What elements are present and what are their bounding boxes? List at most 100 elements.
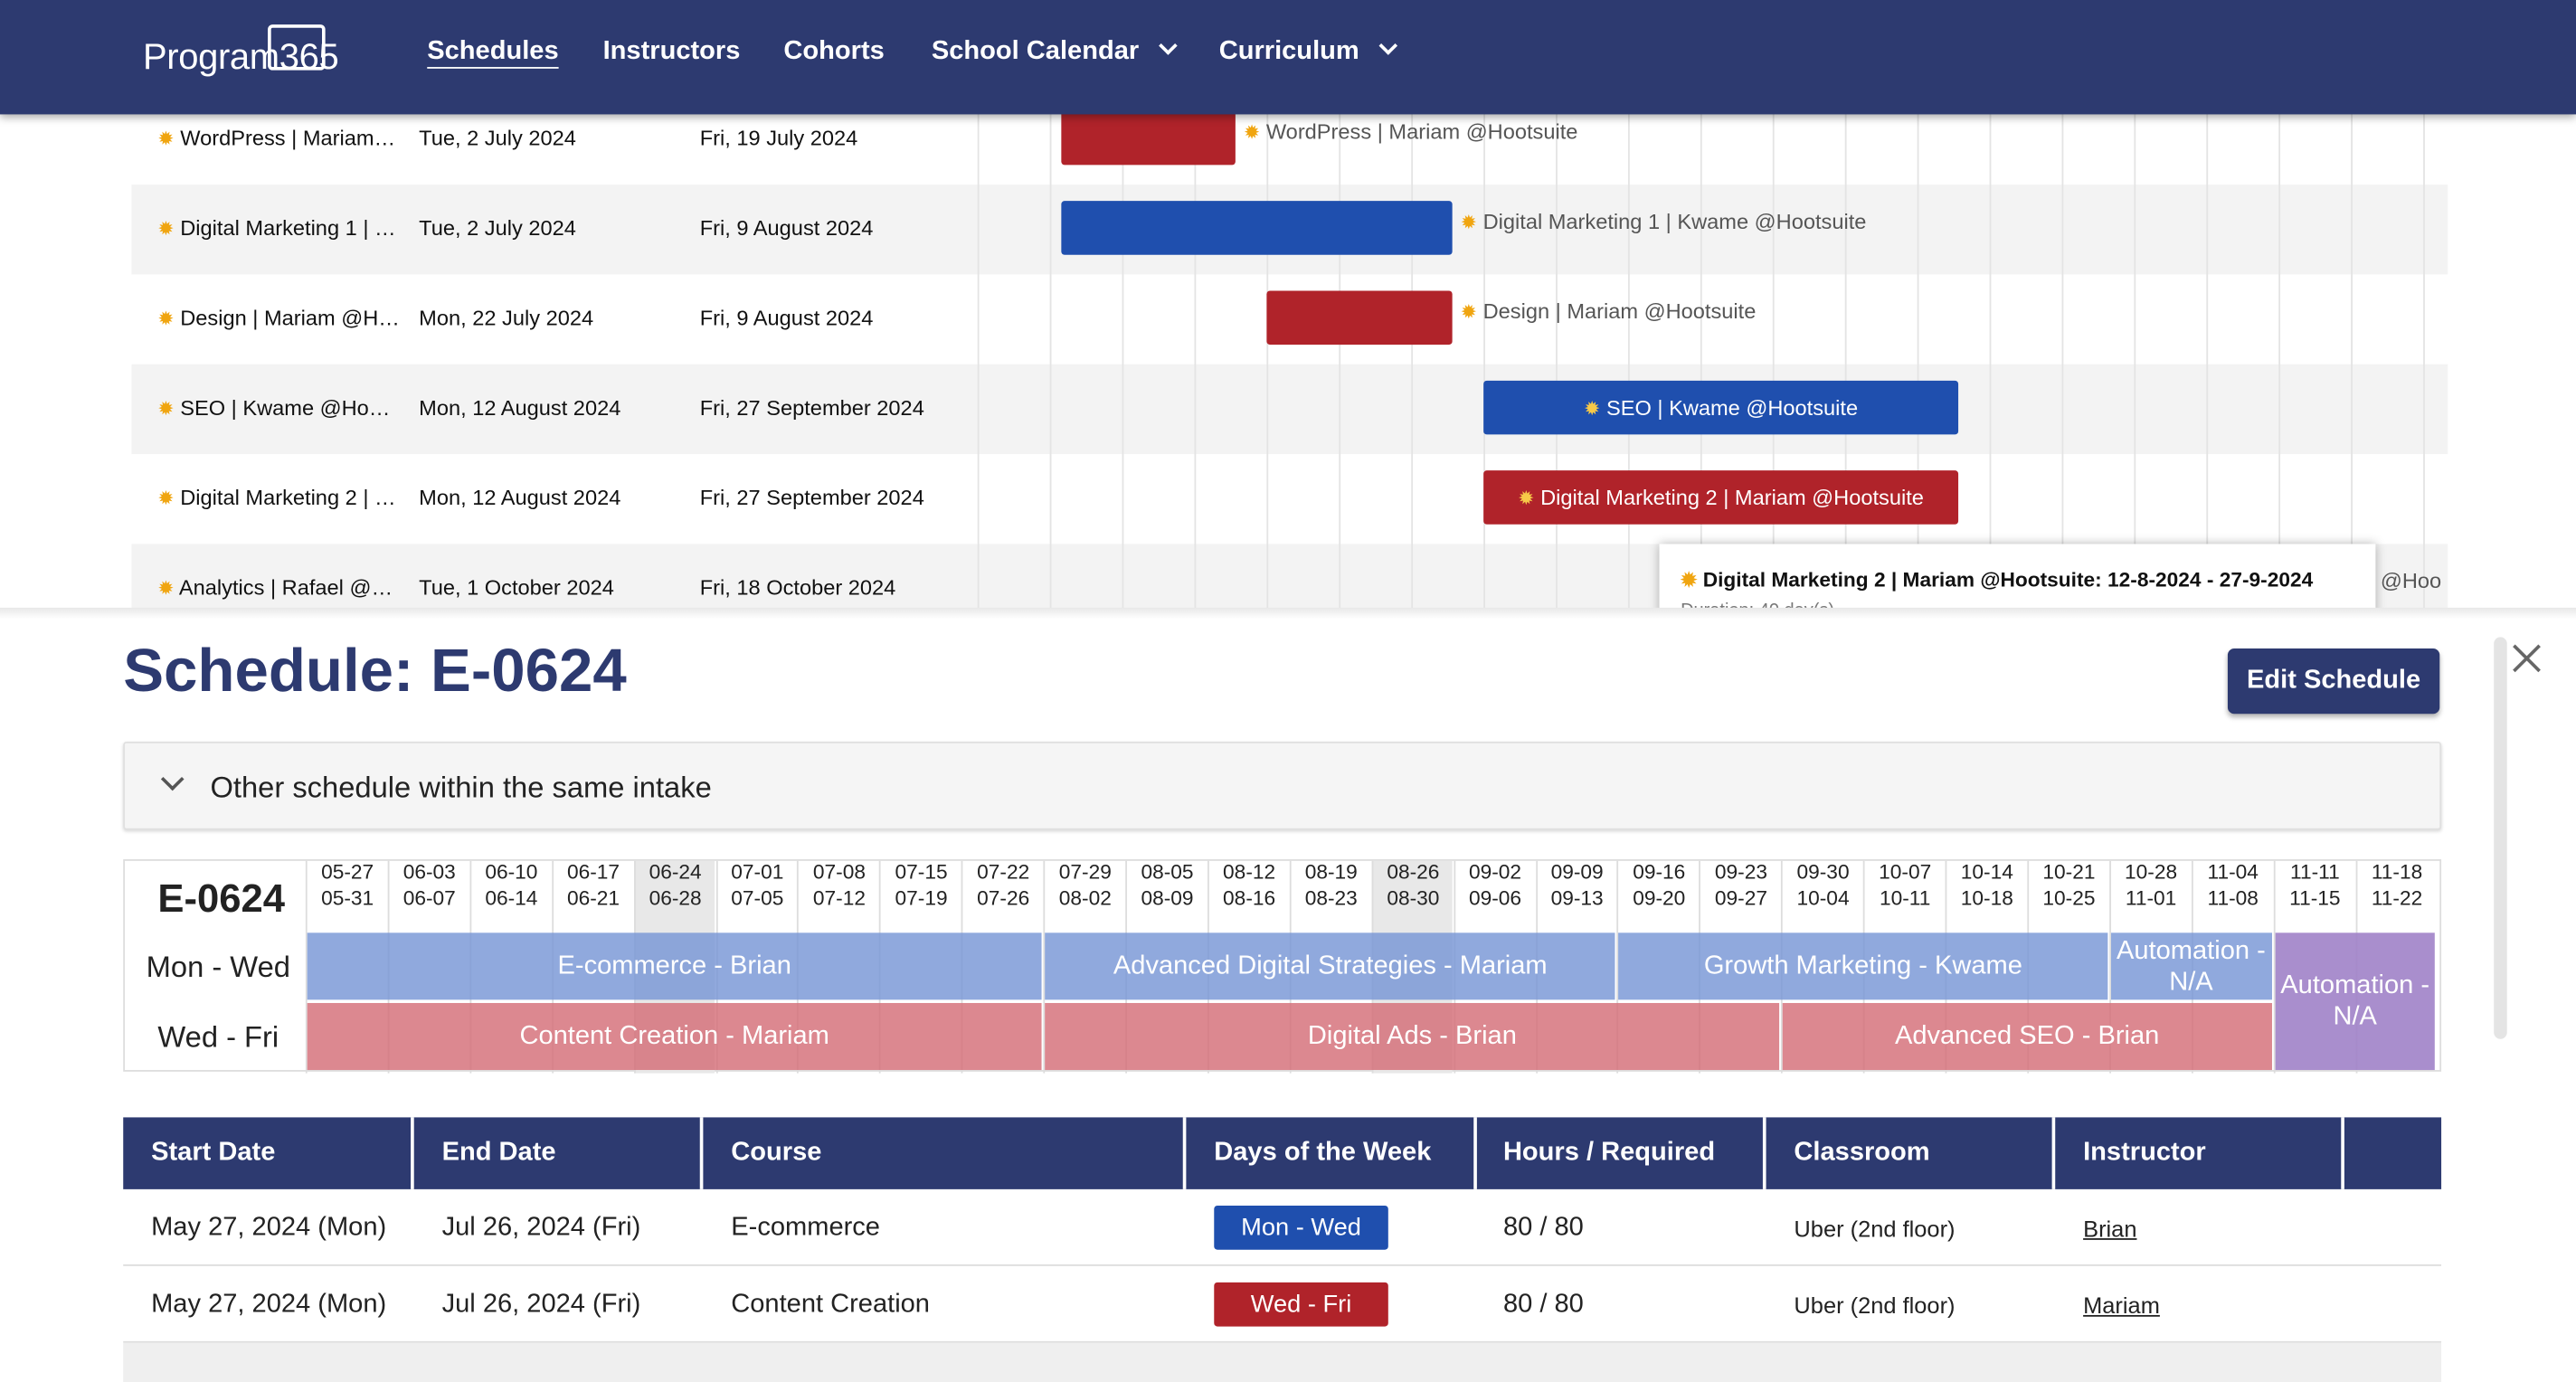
week-start-date: 07-29	[1058, 860, 1112, 885]
week-end-date: 10-25	[2042, 886, 2096, 911]
gantt-row[interactable]: ✹ Digital Marketing 2 | … Mon, 12 August…	[131, 454, 2448, 544]
table-row[interactable]: May 27, 2024 (Mon) Jul 26, 2024 (Fri) E-…	[123, 1189, 2442, 1266]
instructor-link[interactable]: Mariam	[2083, 1292, 2160, 1319]
week-end-date: 07-05	[731, 886, 784, 911]
table-row[interactable]: May 27, 2024 (Mon) Jul 26, 2024 (Fri) Co…	[123, 1266, 2442, 1343]
course-segment[interactable]: Automation - N/A	[2110, 932, 2272, 1000]
week-end-date: 11-01	[2125, 886, 2177, 911]
nav-link-school-calendar[interactable]: School Calendar	[931, 36, 1179, 68]
close-icon[interactable]	[2509, 640, 2545, 677]
week-start-date: 08-12	[1223, 860, 1276, 885]
week-start-date: 06-24	[649, 860, 702, 885]
course-segment[interactable]: Content Creation - Mariam	[307, 1002, 1042, 1071]
cell-end-date: Jul 26, 2024 (Fri)	[441, 1213, 641, 1242]
top-navbar: Program365 Schedules Instructors Cohorts…	[0, 0, 2576, 115]
week-end-date: 11-08	[2207, 886, 2259, 911]
col-header-classroom[interactable]: Classroom	[1794, 1139, 1929, 1169]
page-title: Schedule: E-0624	[123, 637, 627, 705]
edit-schedule-button[interactable]: Edit Schedule	[2227, 648, 2440, 715]
scrollbar[interactable]	[2494, 637, 2507, 1039]
sun-icon: ✹	[157, 217, 175, 241]
cell-start-date: May 27, 2024 (Mon)	[151, 1213, 387, 1242]
gridline	[2351, 94, 2353, 610]
gantt-bar[interactable]	[1061, 201, 1453, 255]
week-end-date: 09-27	[1714, 886, 1767, 911]
cell-end-date: Jul 26, 2024 (Fri)	[441, 1290, 641, 1319]
gridline	[1844, 94, 1847, 610]
gantt-bar[interactable]	[1061, 110, 1236, 166]
logo-number: 365	[279, 35, 339, 77]
schedule-code: E-0624	[157, 876, 285, 922]
gantt-bar-label: ✹ WordPress | Mariam @Hootsuite	[1243, 118, 1578, 144]
col-divider	[1182, 1117, 1187, 1189]
gridline	[1700, 94, 1702, 610]
gantt-bar[interactable]	[1266, 290, 1453, 346]
instructor-link[interactable]: Brian	[2083, 1216, 2136, 1242]
gantt-bar[interactable]: ✹ SEO | Kwame @Hootsuite	[1483, 380, 1959, 435]
logo-text: Program	[143, 35, 279, 77]
gantt-row-start: Mon, 22 July 2024	[419, 305, 594, 330]
col-divider	[1473, 1117, 1477, 1189]
week-end-date: 07-19	[895, 886, 948, 911]
nav-link-curriculum[interactable]: Curriculum	[1219, 36, 1398, 68]
week-start-date: 08-26	[1387, 860, 1440, 885]
week-end-date: 06-21	[566, 886, 620, 911]
gantt-row-end: Fri, 9 August 2024	[699, 305, 874, 330]
course-segment[interactable]: Automation - N/A	[2274, 932, 2436, 1071]
col-header-days[interactable]: Days of the Week	[1214, 1139, 1431, 1169]
week-start-date: 10-14	[1960, 860, 2013, 885]
nav-link-schedules[interactable]: Schedules	[427, 38, 558, 68]
col-header-course[interactable]: Course	[731, 1139, 821, 1169]
gridline	[1772, 94, 1775, 610]
gantt-row-name: ✹ SEO | Kwame @Ho…	[157, 395, 391, 421]
week-start-date: 10-07	[1879, 860, 1932, 885]
col-header-end-date[interactable]: End Date	[442, 1139, 556, 1169]
chevron-down-icon	[1379, 36, 1398, 55]
week-start-date: 11-04	[2207, 860, 2259, 885]
nav-link-label: School Calendar	[931, 37, 1140, 66]
course-segment[interactable]: Digital Ads - Brian	[1045, 1002, 1780, 1071]
sun-icon: ✹	[157, 307, 175, 330]
gantt-row-end: Fri, 18 October 2024	[699, 574, 896, 600]
week-start-date: 10-21	[2042, 860, 2096, 885]
chevron-down-icon	[160, 767, 185, 791]
gridline	[1627, 94, 1630, 610]
week-start-date: 11-11	[2290, 860, 2340, 885]
week-end-date: 08-16	[1223, 886, 1276, 911]
gantt-row[interactable]: ✹ SEO | Kwame @Ho… Mon, 12 August 2024 F…	[131, 364, 2448, 455]
week-start-date: 07-08	[812, 860, 866, 885]
course-segment[interactable]: Advanced Digital Strategies - Mariam	[1045, 932, 1616, 1000]
week-end-date: 10-04	[1796, 886, 1850, 911]
week-end-date: 10-18	[1960, 886, 2013, 911]
week-start-date: 09-16	[1633, 860, 1686, 885]
week-start-date: 10-28	[2125, 860, 2178, 885]
week-start-date: 05-27	[321, 860, 374, 885]
col-divider	[1762, 1117, 1766, 1189]
gantt-bar-label: ✹ Digital Marketing 1 | Kwame @Hootsuite	[1460, 209, 1867, 234]
col-header-instructor[interactable]: Instructor	[2083, 1139, 2206, 1169]
week-start-date: 09-30	[1796, 860, 1850, 885]
sun-icon: ✹	[157, 576, 175, 600]
logo[interactable]: Program365	[143, 24, 339, 79]
chevron-down-icon	[1159, 36, 1179, 55]
cell-hours: 80 / 80	[1502, 1290, 1584, 1319]
app-root: Program365 Schedules Instructors Cohorts…	[0, 0, 2576, 1382]
week-end-date: 09-13	[1550, 886, 1604, 911]
gridline	[1049, 94, 1052, 610]
nav-link-instructors[interactable]: Instructors	[603, 38, 741, 68]
week-end-date: 08-02	[1058, 886, 1112, 911]
week-start-date: 08-05	[1141, 860, 1194, 885]
gantt-bar[interactable]: ✹ Digital Marketing 2 | Mariam @Hootsuit…	[1483, 470, 1959, 525]
col-header-start-date[interactable]: Start Date	[151, 1139, 275, 1169]
col-header-hours[interactable]: Hours / Required	[1503, 1139, 1715, 1169]
col-divider	[2341, 1117, 2344, 1189]
course-segment[interactable]: Advanced SEO - Brian	[1783, 1002, 2272, 1071]
other-schedules-accordion[interactable]: Other schedule within the same intake	[123, 741, 2442, 830]
week-end-date: 09-06	[1468, 886, 1522, 911]
week-start-date: 06-03	[402, 860, 456, 885]
gantt-row-end: Fri, 9 August 2024	[699, 215, 874, 241]
course-segment[interactable]: E-commerce - Brian	[307, 932, 1042, 1000]
course-segment[interactable]: Growth Marketing - Kwame	[1618, 932, 2107, 1000]
nav-link-cohorts[interactable]: Cohorts	[783, 38, 884, 68]
sun-icon: ✹	[1681, 568, 1698, 592]
